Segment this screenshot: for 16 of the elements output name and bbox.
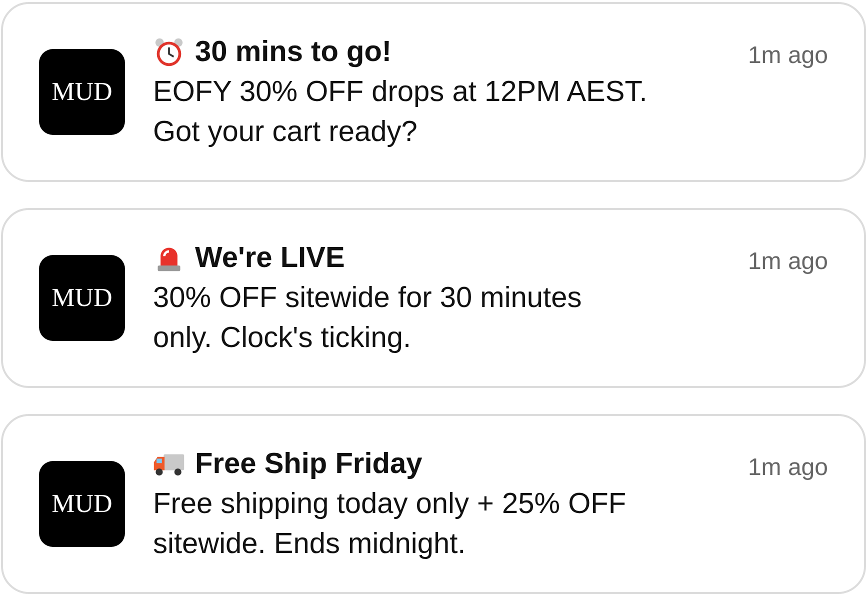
notification-title: 30 mins to go! bbox=[195, 36, 392, 68]
app-logo: MUD bbox=[39, 49, 125, 135]
app-logo: MUD bbox=[39, 255, 125, 341]
app-logo: MUD bbox=[39, 461, 125, 547]
alarm-clock-icon bbox=[153, 37, 185, 67]
notification-card[interactable]: MUD 30 mins to go! EOFY 30% OFF drops at 12PM AEST. Got your cart ready? 1m ago bbox=[1, 2, 866, 182]
notification-card[interactable]: MUD We're LIVE 30% OFF sitewide for 30 minutes only. Clock's ticking. 1m ago bbox=[1, 208, 866, 388]
timestamp: 1m ago bbox=[748, 41, 828, 70]
notification-title: We're LIVE bbox=[195, 242, 345, 274]
notification-card[interactable]: MUD Free Ship Friday Free shipping today only + 25% OFF sitewide. Ends midnight. 1m ago bbox=[1, 414, 866, 594]
timestamp: 1m ago bbox=[748, 453, 828, 482]
notification-message: Free shipping today only + 25% OFF sitewide. Ends midnight. bbox=[153, 487, 628, 562]
notification-message: EOFY 30% OFF drops at 12PM AEST. Got your cart ready? bbox=[153, 75, 648, 150]
timestamp: 1m ago bbox=[748, 247, 828, 276]
notification-message: 30% OFF sitewide for 30 minutes only. Clock's ticking. bbox=[153, 281, 583, 356]
notification-title: Free Ship Friday bbox=[195, 448, 422, 480]
